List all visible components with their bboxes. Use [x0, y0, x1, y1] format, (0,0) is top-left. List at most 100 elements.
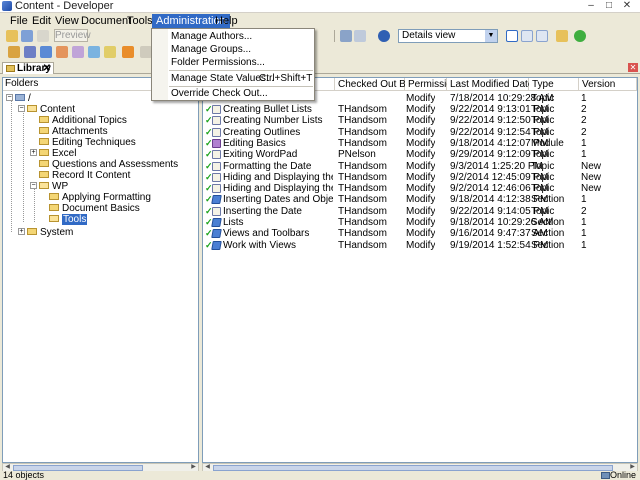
edit-icon[interactable] [122, 46, 134, 58]
column-header-version[interactable]: Version [579, 78, 637, 91]
expand-icon[interactable]: + [18, 227, 25, 235]
tab-strip: Library ✕ ✕ [0, 62, 640, 74]
tree-item-system[interactable]: + System [18, 227, 73, 238]
folder-icon [49, 203, 59, 211]
column-header-permission[interactable]: Permission [405, 78, 457, 91]
help-icon[interactable] [378, 30, 390, 42]
checked-out-icon: ✓ [205, 160, 213, 171]
cell-name: Creating Bullet Lists [223, 104, 312, 115]
document-toolbar [0, 44, 640, 60]
topic-icon [212, 150, 221, 160]
expand-icon[interactable]: + [30, 148, 37, 156]
folder-icon [39, 126, 49, 134]
checked-out-icon: ✓ [205, 115, 213, 126]
new-glossary-icon[interactable] [88, 46, 100, 58]
tree-root[interactable]: − / [6, 93, 31, 104]
folder-icon [39, 170, 49, 178]
column-header-checked-out-by[interactable]: Checked Out By [335, 78, 411, 91]
tree-item-tools[interactable]: Tools [49, 214, 88, 225]
table-row[interactable]: ✓ Exiting WordPad PNelson Modify 9/29/2014 9… [203, 149, 637, 160]
table-row[interactable]: ✓ Formatting the Date THandsom Modify 9/3/20… [203, 161, 637, 172]
folder-icon [27, 227, 37, 235]
table-row[interactable]: ✓ Creating Outlines THandsom Modify 9/22/201… [203, 127, 637, 138]
tree-item-excel[interactable]: + Excel [30, 148, 76, 159]
open-icon[interactable] [6, 30, 18, 42]
preview-button[interactable]: Preview [54, 29, 91, 42]
collapse-icon[interactable]: − [18, 104, 25, 112]
table-row[interactable]: ✓ Hiding and Displaying the Ruler THandsom… [203, 172, 637, 183]
details-view-icon[interactable] [506, 30, 518, 42]
cell-version: 2 [581, 205, 587, 217]
tab-close-icon[interactable]: ✕ [43, 63, 51, 74]
cell-permission: Modify [406, 104, 436, 115]
list-view-icon[interactable] [521, 30, 533, 42]
section-icon [211, 195, 222, 205]
cell-permission: Modify [406, 160, 436, 172]
cell-permission: Modify [406, 228, 436, 240]
scroll-right-icon[interactable]: ▶ [189, 464, 198, 471]
menu-help[interactable]: Help [211, 14, 242, 28]
menu-item-manage-state-values[interactable]: Manage State Values... Ctrl+Shift+T [152, 72, 314, 85]
save-icon[interactable] [21, 30, 33, 42]
checked-out-icon: ✓ [205, 171, 213, 182]
tree-line [11, 100, 12, 232]
cell-version: 1 [581, 93, 587, 104]
new-topic-icon[interactable] [56, 46, 68, 58]
table-row[interactable]: ✓ Work with Views THandsom Modify 9/19/2014 … [203, 240, 637, 251]
tree-item-attachments[interactable]: Attachments [39, 126, 108, 137]
table-row[interactable]: ✓ Hiding and Displaying the Status Bar THa… [203, 183, 637, 194]
cell-type: Topic [531, 183, 555, 195]
tree-item-additional-topics[interactable]: Additional Topics [39, 115, 127, 126]
table-row[interactable]: ✓ Creating Bullet Lists THandsom Modify 9/22… [203, 104, 637, 115]
menu-item-folder-permissions[interactable]: Folder Permissions... [152, 56, 314, 69]
table-row[interactable]: ✓ Editing Basics THandsom Modify 9/18/2014 4… [203, 138, 637, 149]
tab-library[interactable]: Library ✕ [2, 62, 54, 74]
close-button[interactable]: ✕ [620, 0, 634, 12]
table-row[interactable]: ✓ Views and Toolbars THandsom Modify 9/16/20… [203, 228, 637, 239]
tree-item-applying-formatting[interactable]: Applying Formatting [49, 192, 151, 203]
new-question-icon[interactable] [104, 46, 116, 58]
main-toolbar: Preview Details view ▼ [0, 28, 640, 44]
cell-type: Topic [531, 160, 555, 172]
cell-permission: Modify [406, 217, 436, 228]
collapse-icon[interactable]: − [6, 93, 13, 101]
tree-item-document-basics[interactable]: Document Basics [49, 203, 140, 214]
new-module-icon[interactable] [24, 46, 36, 58]
refresh-icon[interactable] [574, 30, 586, 42]
cell-name: Inserting Dates and Objects [223, 194, 333, 206]
tree-item-wp[interactable]: − WP [30, 181, 68, 192]
tree-item-content[interactable]: − Content [18, 104, 75, 115]
table-row[interactable]: ✓ Lists THandsom Modify 9/18/2014 10:29:26 A… [203, 217, 637, 228]
new-section-icon[interactable] [40, 46, 52, 58]
tree-item-questions[interactable]: Questions and Assessments [39, 159, 178, 170]
collapse-icon[interactable]: − [30, 181, 37, 189]
cell-name: Formatting the Date [223, 160, 312, 172]
column-header-modified[interactable]: Last Modified Date [447, 78, 533, 91]
new-package-icon[interactable] [72, 46, 84, 58]
scroll-left-icon[interactable]: ◀ [203, 464, 212, 471]
view-select[interactable]: Details view ▼ [398, 29, 498, 43]
properties-icon[interactable] [556, 30, 568, 42]
find-icon[interactable] [340, 30, 352, 42]
print-icon[interactable] [37, 30, 49, 42]
close-pane-icon[interactable]: ✕ [628, 63, 638, 72]
menu-item-manage-groups[interactable]: Manage Groups... [152, 43, 314, 56]
section-icon [211, 240, 222, 250]
new-folder-icon[interactable] [8, 46, 20, 58]
topic-icon [212, 206, 221, 216]
minimize-button[interactable]: – [584, 0, 598, 12]
maximize-button[interactable]: □ [602, 0, 616, 12]
column-header-type[interactable]: Type [529, 78, 579, 91]
table-row[interactable]: ✓Inserting Dates and ObjectsTHandsomModi… [203, 194, 637, 205]
menu-item-override-check-out[interactable]: Override Check Out... [152, 87, 314, 100]
tree-item-record-it[interactable]: Record It Content [39, 170, 130, 181]
cell-permission: Modify [406, 194, 436, 206]
table-row[interactable]: ✓ Creating Number Lists THandsom Modify 9/22… [203, 115, 637, 126]
table-row[interactable]: ✓ Inserting the Date THandsom Modify 9/22/20… [203, 206, 637, 217]
tree-item-editing-techniques[interactable]: Editing Techniques [39, 137, 136, 148]
menu-item-manage-authors[interactable]: Manage Authors... [152, 30, 314, 43]
folder-icon [49, 192, 59, 200]
split-view-icon[interactable] [536, 30, 548, 42]
find-next-icon[interactable] [354, 30, 366, 42]
chevron-down-icon[interactable]: ▼ [485, 30, 497, 42]
